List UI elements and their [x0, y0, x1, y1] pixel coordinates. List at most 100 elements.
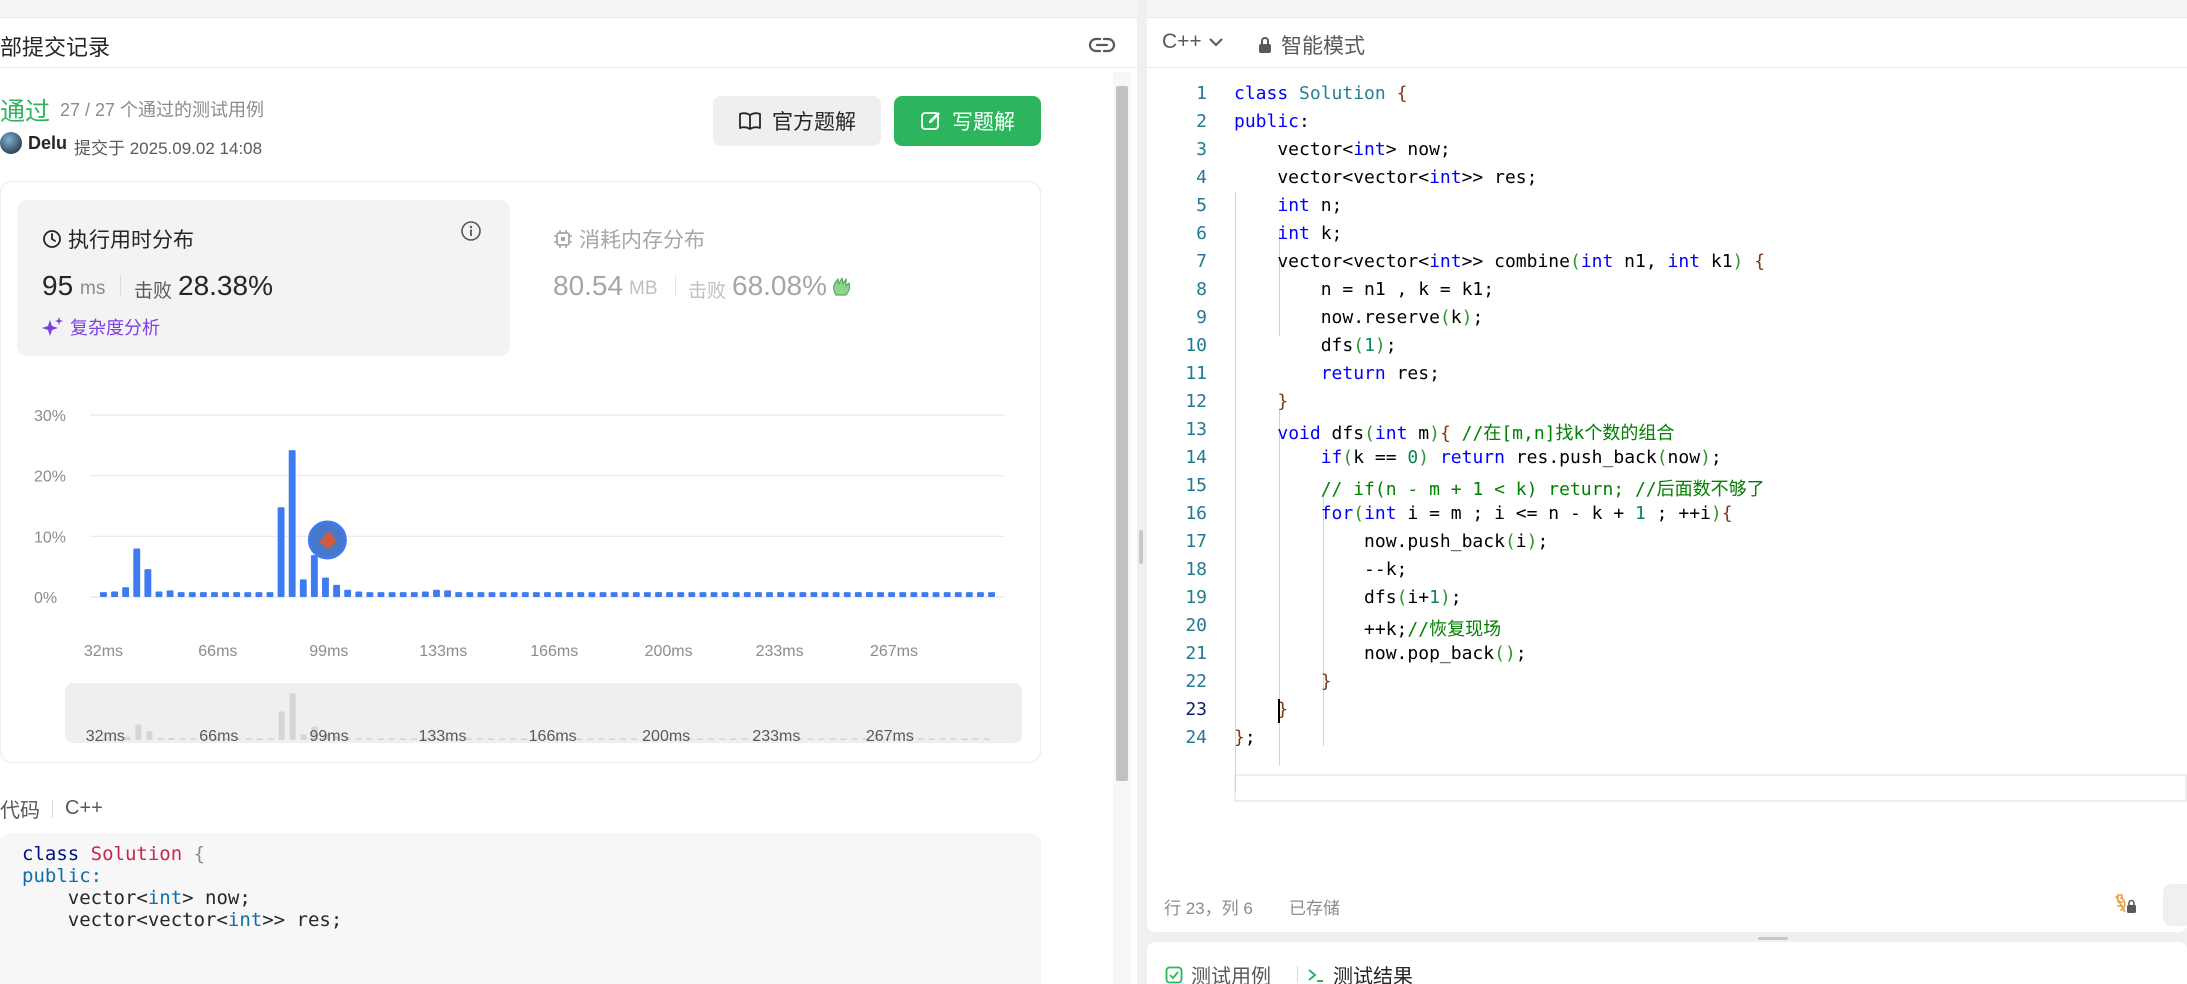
line-number: 2 [1196, 111, 1207, 132]
left-scrollbar-thumb[interactable] [1116, 86, 1128, 781]
chart-bar [743, 592, 751, 597]
tab-test-result[interactable]: 测试结果 [1307, 960, 1413, 984]
line-number-active: 23 [1185, 699, 1207, 720]
chart-bar [144, 569, 152, 597]
line-number: 14 [1185, 447, 1207, 468]
mini-bar [609, 738, 616, 740]
code-label-separator [52, 799, 53, 818]
code-editor[interactable]: 1 2 3 4 5 6 7 8 9 10 11 12 13 14 15 16 1… [1147, 80, 2187, 820]
line-number: 24 [1185, 727, 1207, 748]
mini-x-tick-label: 200ms [642, 728, 690, 745]
line-number: 7 [1196, 251, 1207, 272]
mini-bar [851, 738, 858, 740]
chart-bar [444, 590, 452, 597]
code-line: dfs(1); [1234, 335, 1397, 356]
chart-bar [632, 592, 640, 597]
test-panel: 测试用例 测试结果 [1147, 942, 2187, 984]
submission-title: 部提交记录 [0, 35, 111, 60]
chart-bar [211, 592, 218, 597]
chart-bar [921, 592, 929, 597]
complexity-analysis-link[interactable]: 复杂度分析 [42, 314, 160, 340]
chart-bar [455, 592, 463, 597]
mini-x-tick-label: 267ms [866, 728, 914, 745]
line-number: 20 [1185, 615, 1207, 636]
debug-locked-icon[interactable] [2114, 892, 2138, 916]
mini-bar [190, 738, 197, 740]
line-number: 21 [1185, 643, 1207, 664]
app-root: 部提交记录 通过 27 / 27 个通过的测试用例 Delu 提交于 2025.… [0, 0, 2187, 984]
tab-test-cases[interactable]: 测试用例 [1165, 960, 1271, 984]
mini-bar [576, 738, 583, 740]
line-number: 16 [1185, 503, 1207, 524]
runtime-title: 执行用时分布 [42, 224, 194, 254]
mini-bar [278, 711, 285, 740]
code-preview-line: public: [22, 865, 103, 887]
y-tick-label: 10% [34, 529, 66, 546]
mini-bar [983, 738, 990, 740]
mini-bar [928, 738, 935, 740]
run-button-edge[interactable] [2163, 884, 2187, 926]
chart-bar [655, 592, 662, 597]
current-line-highlight [1234, 774, 2187, 802]
chart-bar [288, 450, 296, 597]
line-number: 6 [1196, 223, 1207, 244]
official-solution-button[interactable]: 官方题解 [713, 96, 881, 146]
mini-bar [509, 738, 516, 740]
line-number: 10 [1185, 335, 1207, 356]
chart-bar [155, 591, 163, 597]
code-line: public: [1234, 111, 1310, 132]
chevron-down-icon [1208, 38, 1223, 47]
mini-bar [741, 738, 748, 740]
x-tick-label: 267ms [870, 643, 918, 660]
write-solution-button[interactable]: 写题解 [894, 96, 1041, 146]
mini-bar [818, 738, 825, 740]
bottom-panel-handle[interactable] [1758, 937, 1788, 940]
mini-bar [939, 738, 946, 740]
panel-divider[interactable] [1137, 0, 1147, 984]
x-tick-label: 200ms [645, 643, 693, 660]
chart-bar [954, 592, 962, 597]
mini-bar [146, 731, 153, 740]
x-tick-label: 32ms [84, 643, 123, 660]
chart-bar [621, 592, 629, 597]
chart-bar [710, 592, 718, 597]
chart-bar [377, 592, 385, 597]
line-number: 22 [1185, 671, 1207, 692]
language-select[interactable]: C++ [1162, 30, 1224, 54]
mini-bar [708, 738, 715, 740]
chart-bar [310, 555, 318, 597]
line-number: 5 [1196, 195, 1207, 216]
user-avatar-marker[interactable] [307, 520, 347, 560]
chart-bar [599, 592, 607, 597]
mini-bar [168, 737, 175, 740]
chart-grid [90, 414, 1005, 598]
smart-mode-toggle[interactable]: 智能模式 [1257, 30, 1365, 60]
line-number: 1 [1196, 83, 1207, 104]
chart-bar [244, 592, 252, 597]
runtime-beat: 28.38% [178, 270, 273, 301]
runtime-unit: ms [80, 278, 106, 299]
info-icon[interactable] [460, 220, 482, 242]
class-name: Solution [90, 843, 183, 865]
chart-bar [977, 592, 984, 597]
code-line: now.reserve(k); [1234, 307, 1484, 328]
code-line: } [1320, 671, 1332, 692]
memory-title[interactable]: 消耗内存分布 [553, 224, 705, 254]
link-icon[interactable] [1087, 30, 1117, 56]
submission-panel: 部提交记录 通过 27 / 27 个通过的测试用例 Delu 提交于 2025.… [0, 0, 1137, 984]
memory-beat-label: 击败 [688, 281, 727, 302]
text-cursor [1278, 699, 1280, 723]
chart-bar [122, 587, 130, 597]
avatar[interactable] [0, 132, 22, 154]
chart-bar [499, 592, 507, 597]
chart-bar [610, 592, 618, 597]
chart-bar [277, 507, 285, 597]
x-tick-label: 133ms [419, 643, 467, 660]
line-number: 8 [1196, 279, 1207, 300]
author-name[interactable]: Delu [28, 133, 67, 154]
chart-bar [466, 592, 474, 597]
code-line: void dfs(int m){ //在[m,n]找k个数的组合 [1277, 423, 1675, 444]
mini-bar [961, 738, 968, 740]
mini-bar [917, 738, 924, 740]
divider-handle[interactable] [1139, 530, 1143, 564]
